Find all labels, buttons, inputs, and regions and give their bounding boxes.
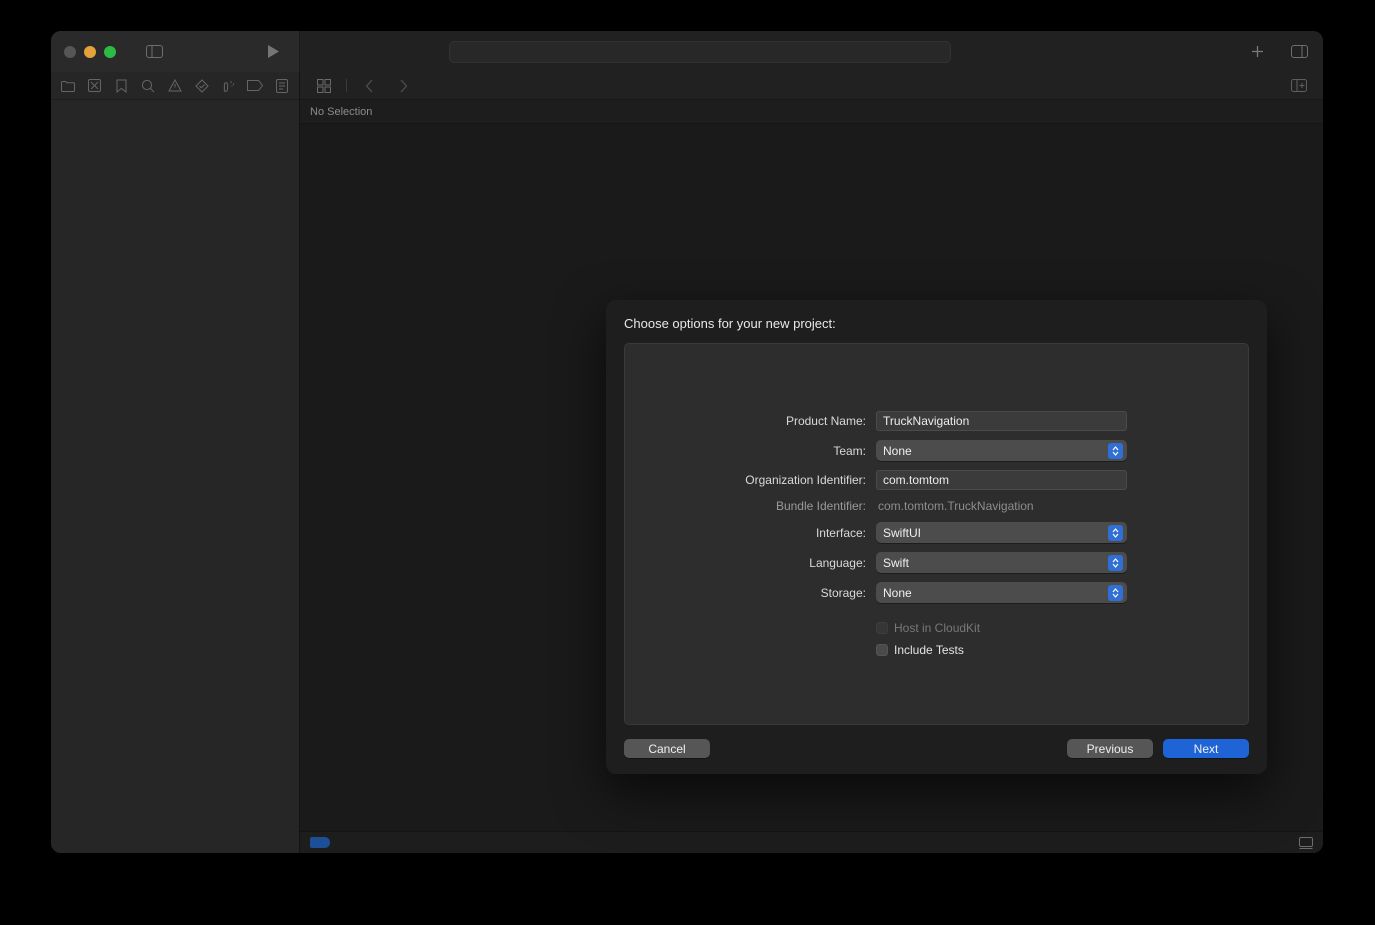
host-in-cloudkit-checkbox-row: Host in CloudKit (876, 621, 1127, 635)
close-window-button[interactable] (64, 45, 76, 58)
host-in-cloudkit-checkbox (876, 622, 888, 634)
cancel-button[interactable]: Cancel (624, 739, 710, 758)
search-icon[interactable] (139, 78, 157, 94)
form-row-product-name: Product Name: TruckNavigation (625, 411, 1248, 431)
form-row-storage: Storage: None (625, 582, 1248, 603)
run-play-icon[interactable] (261, 41, 285, 63)
new-project-options-dialog: Choose options for your new project: Pro… (606, 300, 1267, 774)
titlebar-right-icons (1225, 41, 1311, 63)
host-in-cloudkit-label: Host in CloudKit (894, 621, 981, 635)
dialog-right-buttons: Previous Next (1067, 739, 1249, 758)
window-body: No Selection Choose options for your new… (51, 72, 1323, 853)
form-row-include-tests: Include Tests (625, 643, 1248, 657)
editor-jump-bar[interactable]: No Selection (300, 100, 1323, 124)
chevron-right-icon[interactable] (391, 75, 415, 97)
form-row-team: Team: None (625, 440, 1248, 461)
toolbar-divider (346, 79, 347, 92)
titlebar-left-section (51, 31, 300, 72)
product-name-label: Product Name: (785, 414, 866, 428)
traffic-light-buttons (64, 45, 116, 58)
editor-status-bar (300, 831, 1323, 853)
form-row-organization-identifier: Organization Identifier: com.tomtom (625, 470, 1248, 490)
organization-identifier-input[interactable]: com.tomtom (876, 470, 1127, 490)
storage-label: Storage: (820, 585, 866, 600)
storage-selected-value: None (883, 585, 912, 600)
include-tests-checkbox[interactable] (876, 644, 888, 656)
storage-popup-button[interactable]: None (876, 582, 1127, 603)
sidebar-toggle-icon[interactable] (142, 41, 166, 63)
dialog-button-bar: Cancel Previous Next (624, 739, 1249, 758)
product-name-input[interactable]: TruckNavigation (876, 411, 1127, 431)
next-button[interactable]: Next (1163, 739, 1249, 758)
source-control-icon[interactable] (86, 78, 104, 94)
language-label: Language: (809, 555, 866, 570)
include-tests-label: Include Tests (894, 643, 964, 657)
dialog-title: Choose options for your new project: (624, 316, 836, 331)
titlebar-right-section (300, 31, 1323, 72)
editor-content-area: Choose options for your new project: Pro… (300, 124, 1323, 831)
inspector-toggle-icon[interactable] (1287, 41, 1311, 63)
team-popup-button[interactable]: None (876, 440, 1127, 461)
team-selected-value: None (883, 443, 912, 458)
window-titlebar (51, 31, 1323, 72)
folder-icon[interactable] (59, 78, 77, 94)
diamond-icon[interactable] (193, 78, 211, 94)
chevron-updown-icon (1108, 584, 1123, 601)
navigator-tab-bar (51, 72, 299, 100)
form-row-language: Language: Swift (625, 552, 1248, 573)
device-icon[interactable] (1299, 836, 1313, 849)
previous-button[interactable]: Previous (1067, 739, 1153, 758)
editor-pane: No Selection Choose options for your new… (300, 72, 1323, 853)
interface-label: Interface: (815, 525, 866, 540)
language-popup-button[interactable]: Swift (876, 552, 1127, 573)
xcode-window: No Selection Choose options for your new… (51, 31, 1323, 853)
organization-identifier-label: Organization Identifier: (745, 473, 866, 487)
add-editor-icon[interactable] (1287, 75, 1311, 97)
minimize-window-button[interactable] (84, 45, 96, 58)
form-row-bundle-identifier: Bundle Identifier: com.tomtom.TruckNavig… (625, 499, 1248, 513)
report-list-icon[interactable] (273, 78, 291, 94)
dialog-options-panel: Product Name: TruckNavigation Team: None… (624, 343, 1249, 725)
warning-triangle-icon[interactable] (166, 78, 184, 94)
maximize-window-button[interactable] (104, 45, 116, 58)
debug-spray-icon[interactable] (220, 78, 238, 94)
bundle-identifier-label: Bundle Identifier: (775, 499, 866, 513)
chevron-left-icon[interactable] (357, 75, 381, 97)
activity-status-view (449, 40, 951, 63)
breakpoint-tag-icon[interactable] (246, 78, 264, 94)
language-selected-value: Swift (883, 555, 910, 570)
grid-layout-icon[interactable] (312, 75, 336, 97)
bundle-identifier-value: com.tomtom.TruckNavigation (878, 499, 1034, 513)
form-row-interface: Interface: SwiftUI (625, 522, 1248, 543)
chevron-updown-icon (1108, 554, 1123, 571)
interface-popup-button[interactable]: SwiftUI (876, 522, 1127, 543)
jump-bar-selection-label: No Selection (310, 105, 373, 118)
form-row-host-in-cloudkit: Host in CloudKit (625, 621, 1248, 635)
chevron-updown-icon (1108, 442, 1123, 459)
include-tests-checkbox-row[interactable]: Include Tests (876, 643, 1127, 657)
navigator-content[interactable] (51, 100, 299, 853)
chevron-updown-icon (1108, 524, 1123, 541)
blue-tag-indicator[interactable] (310, 837, 330, 848)
navigator-pane (51, 72, 300, 853)
interface-selected-value: SwiftUI (883, 525, 922, 540)
bookmark-icon[interactable] (113, 78, 131, 94)
editor-toolbar (300, 72, 1323, 100)
team-label: Team: (833, 443, 866, 458)
plus-icon[interactable] (1245, 41, 1269, 63)
project-options-form: Product Name: TruckNavigation Team: None… (625, 411, 1248, 657)
